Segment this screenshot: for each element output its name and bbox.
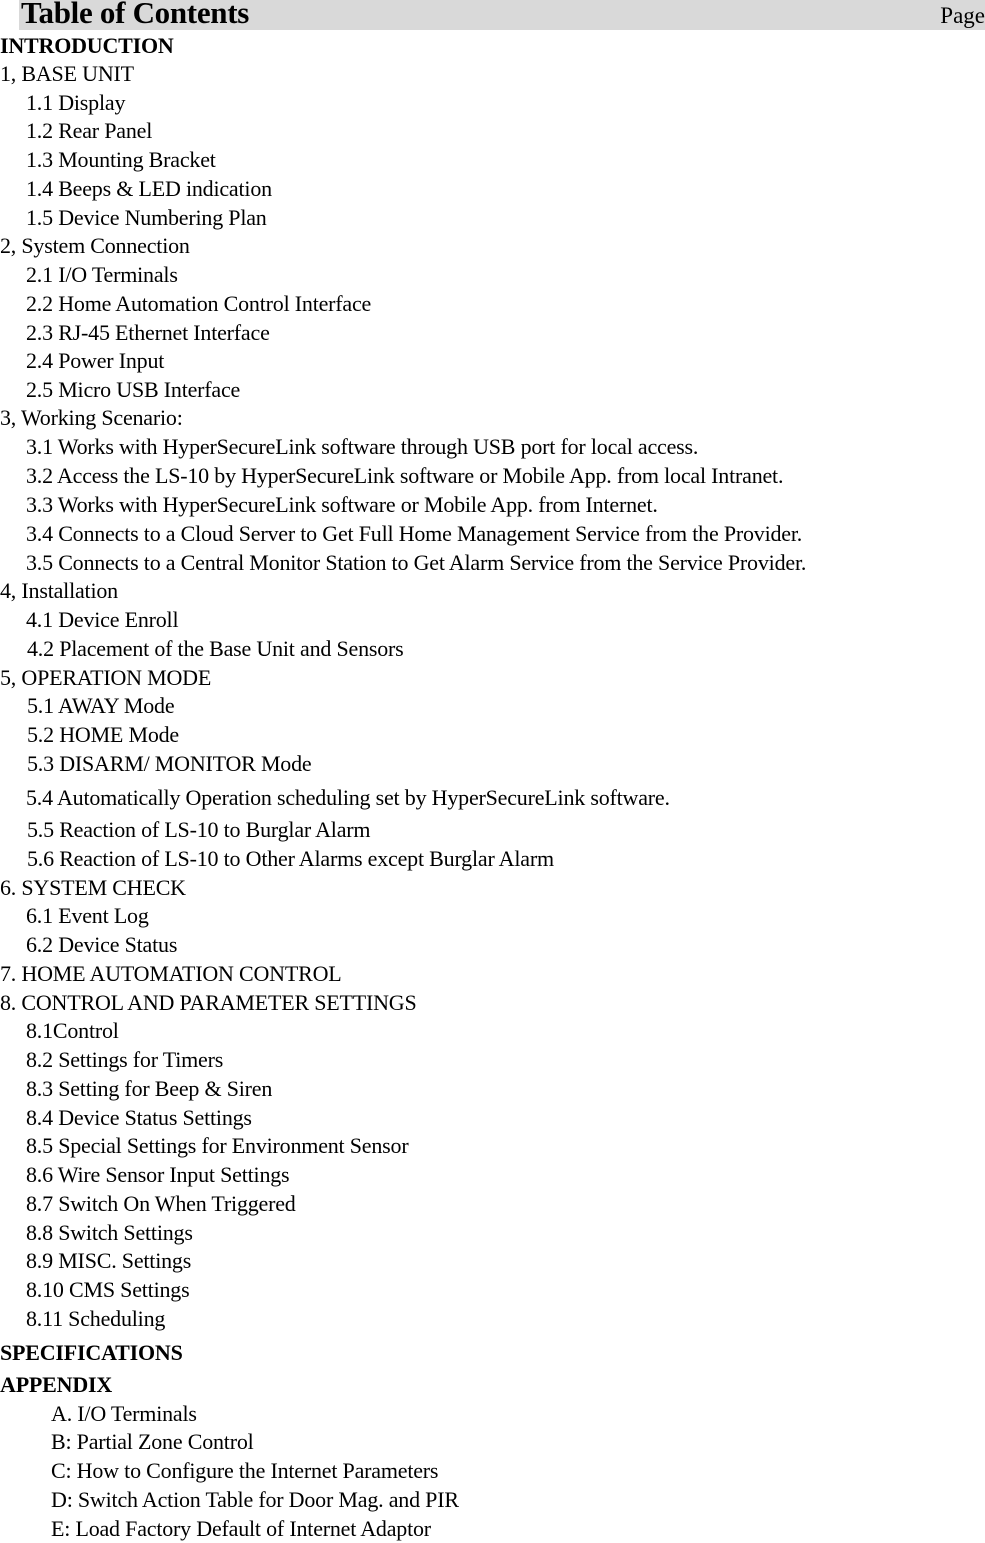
toc-appendix-item[interactable]: D: Switch Action Table for Door Mag. and… xyxy=(51,1487,459,1513)
toc-subsection[interactable]: 1.2 Rear Panel xyxy=(26,118,152,144)
toc-appendix-item[interactable]: C: How to Configure the Internet Paramet… xyxy=(51,1458,438,1484)
toc-subsection[interactable]: 5.3 DISARM/ MONITOR Mode xyxy=(27,751,312,777)
toc-subsection[interactable]: 8.10 CMS Settings xyxy=(26,1277,190,1303)
toc-section[interactable]: 1, BASE UNIT xyxy=(0,61,134,87)
toc-heading-specifications[interactable]: SPECIFICATIONS xyxy=(0,1340,183,1366)
toc-header-bar: Table of Contents Page xyxy=(19,0,985,30)
toc-subsection[interactable]: 3.2 Access the LS-10 by HyperSecureLink … xyxy=(26,463,783,489)
toc-heading-appendix[interactable]: APPENDIX xyxy=(0,1372,112,1398)
toc-subsection[interactable]: 2.4 Power Input xyxy=(26,348,164,374)
toc-section[interactable]: 3, Working Scenario: xyxy=(0,405,183,431)
toc-appendix-item[interactable]: A. I/O Terminals xyxy=(51,1401,197,1427)
toc-section[interactable]: 6. SYSTEM CHECK xyxy=(0,875,186,901)
toc-section[interactable]: 4, Installation xyxy=(0,578,118,604)
toc-subsection[interactable]: 5.5 Reaction of LS-10 to Burglar Alarm xyxy=(27,817,371,843)
toc-subsection[interactable]: 6.1 Event Log xyxy=(26,903,149,929)
toc-subsection[interactable]: 8.7 Switch On When Triggered xyxy=(26,1191,296,1217)
page-title: Table of Contents xyxy=(21,0,250,30)
toc-section[interactable]: 2, System Connection xyxy=(0,233,190,259)
toc-subsection[interactable]: 4.2 Placement of the Base Unit and Senso… xyxy=(27,636,404,662)
toc-subsection[interactable]: 8.1Control xyxy=(26,1018,119,1044)
toc-heading-introduction[interactable]: INTRODUCTION xyxy=(0,33,174,59)
toc-section[interactable]: 8. CONTROL AND PARAMETER SETTINGS xyxy=(0,990,417,1016)
toc-subsection[interactable]: 2.5 Micro USB Interface xyxy=(26,377,240,403)
toc-section[interactable]: 5, OPERATION MODE xyxy=(0,665,211,691)
toc-subsection[interactable]: 8.11 Scheduling xyxy=(26,1306,165,1332)
toc-subsection[interactable]: 3.3 Works with HyperSecureLink software … xyxy=(26,492,658,518)
toc-appendix-item[interactable]: B: Partial Zone Control xyxy=(51,1429,254,1455)
toc-appendix-item[interactable]: E: Load Factory Default of Internet Adap… xyxy=(51,1516,431,1542)
toc-subsection[interactable]: 8.3 Setting for Beep & Siren xyxy=(26,1076,272,1102)
toc-subsection[interactable]: 8.9 MISC. Settings xyxy=(26,1248,191,1274)
toc-subsection[interactable]: 6.2 Device Status xyxy=(26,932,177,958)
toc-subsection[interactable]: 8.2 Settings for Timers xyxy=(26,1047,223,1073)
toc-subsection[interactable]: 8.8 Switch Settings xyxy=(26,1220,193,1246)
page-column-label: Page xyxy=(940,3,985,28)
toc-subsection[interactable]: 5.4 Automatically Operation scheduling s… xyxy=(26,785,670,811)
toc-subsection[interactable]: 8.4 Device Status Settings xyxy=(26,1105,252,1131)
toc-subsection[interactable]: 1.5 Device Numbering Plan xyxy=(26,205,267,231)
toc-subsection[interactable]: 8.6 Wire Sensor Input Settings xyxy=(26,1162,290,1188)
toc-subsection[interactable]: 3.5 Connects to a Central Monitor Statio… xyxy=(26,550,806,576)
toc-subsection[interactable]: 4.1 Device Enroll xyxy=(26,607,179,633)
toc-subsection[interactable]: 2.2 Home Automation Control Interface xyxy=(26,291,371,317)
toc-subsection[interactable]: 5.6 Reaction of LS-10 to Other Alarms ex… xyxy=(27,846,554,872)
toc-subsection[interactable]: 1.1 Display xyxy=(26,90,125,116)
toc-subsection[interactable]: 5.2 HOME Mode xyxy=(27,722,179,748)
toc-subsection[interactable]: 1.3 Mounting Bracket xyxy=(26,147,216,173)
toc-section[interactable]: 7. HOME AUTOMATION CONTROL xyxy=(0,961,342,987)
toc-subsection[interactable]: 8.5 Special Settings for Environment Sen… xyxy=(26,1133,409,1159)
toc-subsection[interactable]: 3.4 Connects to a Cloud Server to Get Fu… xyxy=(26,521,802,547)
toc-subsection[interactable]: 1.4 Beeps & LED indication xyxy=(26,176,272,202)
toc-subsection[interactable]: 2.3 RJ-45 Ethernet Interface xyxy=(26,320,270,346)
toc-subsection[interactable]: 3.1 Works with HyperSecureLink software … xyxy=(26,434,698,460)
toc-subsection[interactable]: 2.1 I/O Terminals xyxy=(26,262,178,288)
toc-subsection[interactable]: 5.1 AWAY Mode xyxy=(27,693,175,719)
